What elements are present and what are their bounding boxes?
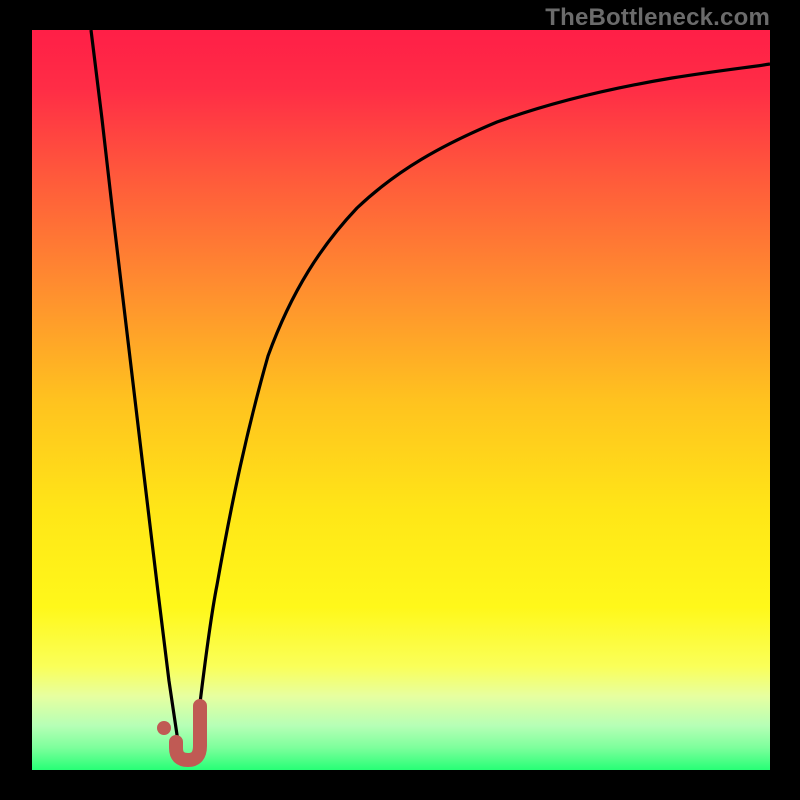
bottleneck-curve-left: [91, 30, 180, 755]
bottleneck-curve-right: [194, 64, 770, 755]
watermark-text: TheBottleneck.com: [545, 4, 770, 32]
plot-area: [32, 30, 770, 770]
chart-stage: TheBottleneck.com: [0, 0, 800, 800]
curve-layer: [32, 30, 770, 770]
